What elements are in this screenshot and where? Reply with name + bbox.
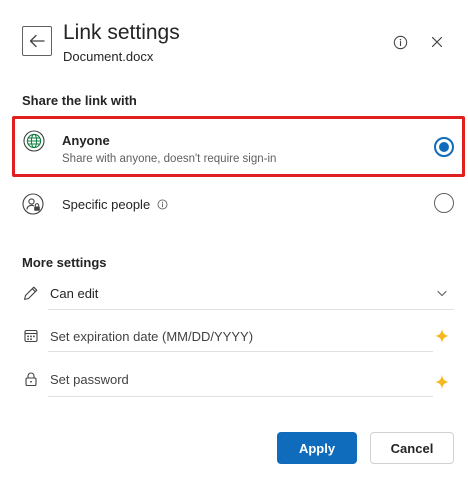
cancel-button[interactable]: Cancel bbox=[370, 432, 454, 464]
expiration-date-placeholder: Set expiration date (MM/DD/YYYY) bbox=[50, 329, 254, 344]
divider bbox=[48, 309, 454, 310]
password-placeholder: Set password bbox=[50, 372, 129, 387]
chevron-down-icon bbox=[437, 290, 447, 297]
radio-specific-people[interactable] bbox=[434, 193, 454, 213]
option-specific-people-title: Specific people bbox=[62, 197, 168, 212]
sparkle-icon[interactable] bbox=[434, 328, 450, 344]
pencil-icon bbox=[24, 286, 38, 300]
more-settings-label: More settings bbox=[22, 255, 107, 270]
apply-button[interactable]: Apply bbox=[277, 432, 357, 464]
expiration-date-field[interactable]: Set expiration date (MM/DD/YYYY) bbox=[22, 323, 454, 349]
info-icon bbox=[393, 35, 407, 49]
permission-dropdown[interactable]: Can edit bbox=[22, 280, 454, 306]
radio-anyone[interactable] bbox=[434, 137, 454, 157]
page-title: Link settings bbox=[63, 21, 180, 44]
option-anyone-title: Anyone bbox=[62, 133, 110, 148]
sparkle-icon[interactable] bbox=[434, 374, 450, 390]
divider bbox=[48, 351, 433, 352]
divider bbox=[48, 396, 433, 397]
people-lock-icon bbox=[22, 193, 44, 215]
option-anyone[interactable]: Anyone Share with anyone, doesn't requir… bbox=[12, 116, 465, 177]
info-button[interactable] bbox=[392, 34, 408, 50]
share-section-label: Share the link with bbox=[22, 93, 137, 108]
document-name: Document.docx bbox=[63, 49, 154, 64]
lock-icon bbox=[25, 372, 37, 387]
close-button[interactable] bbox=[428, 33, 446, 51]
option-specific-people-label: Specific people bbox=[62, 197, 151, 212]
info-icon[interactable] bbox=[157, 199, 168, 210]
password-field[interactable]: Set password bbox=[22, 366, 454, 392]
close-icon bbox=[431, 36, 443, 48]
permission-value: Can edit bbox=[50, 286, 99, 301]
option-specific-people[interactable]: Specific people bbox=[12, 187, 465, 221]
arrow-left-icon bbox=[29, 34, 45, 48]
calendar-icon bbox=[24, 329, 38, 343]
option-anyone-description: Share with anyone, doesn't require sign-… bbox=[62, 153, 277, 165]
globe-icon bbox=[23, 130, 45, 152]
back-button[interactable] bbox=[22, 26, 52, 56]
